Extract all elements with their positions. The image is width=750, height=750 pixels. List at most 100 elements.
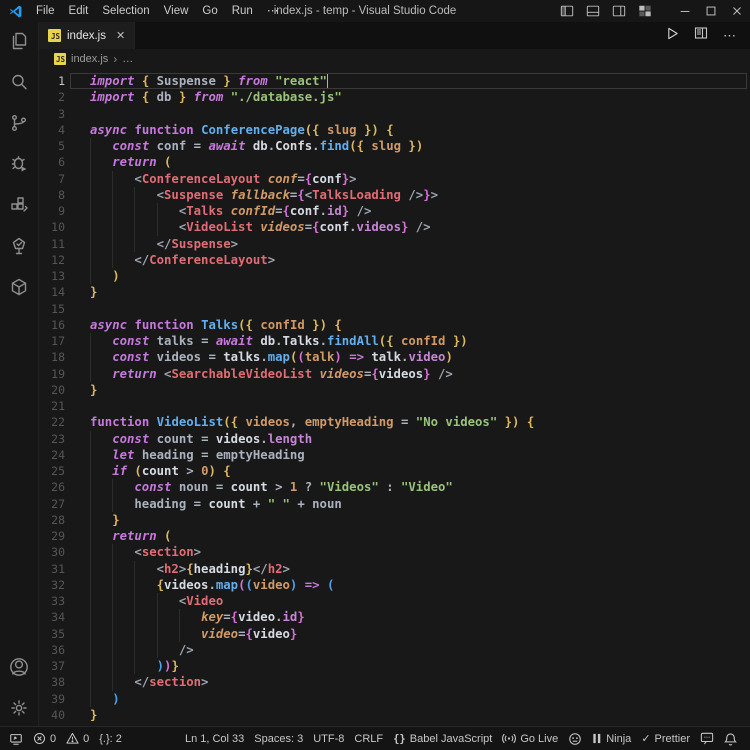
todo-tree-icon[interactable] [7,234,31,258]
code-line-16[interactable]: 16 async function Talks({ confId }) { [39,317,750,333]
code-line-3[interactable]: 3 [39,106,750,122]
status-cursor-position[interactable]: Ln 1, Col 33 [180,727,249,750]
menu-edit[interactable]: Edit [62,0,96,22]
code-line-32[interactable]: 32 {videos.map((video) => ( [39,576,750,593]
run-debug-icon[interactable] [7,152,31,176]
code-line-2[interactable]: 2 import { db } from "./database.js" [39,89,750,105]
status-ninja-extension[interactable]: Ninja [587,727,636,750]
code-line-31[interactable]: 31 <h2>{heading}</h2> [39,560,750,577]
menu-go[interactable]: Go [195,0,224,22]
code-line-30[interactable]: 30 <section> [39,544,750,561]
code-line-39[interactable]: 39) [39,690,750,707]
indent-guide [112,479,114,496]
menu-view[interactable]: View [157,0,196,22]
menu-file[interactable]: File [29,0,62,22]
tab-indexjs[interactable]: JS index.js ✕ [39,22,136,49]
code-line-24[interactable]: 24 let heading = emptyHeading [39,446,750,463]
code-line-19[interactable]: 19 return <SearchableVideoList videos={vi… [39,365,750,382]
status-eol-sequence[interactable]: CRLF [349,727,388,750]
extensions-icon[interactable] [7,193,31,217]
code-line-1[interactable]: 1 import { Suspense } from "react" [39,73,750,90]
line-number: 14 [51,285,65,300]
code-line-15[interactable]: 15 [39,301,750,317]
line-number: 31 [51,561,65,576]
indent-guide [90,641,91,658]
split-editor-icon[interactable] [694,26,708,45]
dependencies-cube-icon[interactable] [7,275,31,299]
status-problems-warnings[interactable]: 0 [61,727,94,750]
minimize-icon[interactable] [672,0,698,22]
code-line-34[interactable]: 34 key={video.id} [39,609,750,626]
braces-icon: {} [393,732,406,745]
code-line-12[interactable]: 12 </ConferenceLayout> [39,251,750,268]
code-line-20[interactable]: 20} [39,382,750,398]
breadcrumb-file[interactable]: index.js [71,53,108,65]
status-language-mode[interactable]: {} Babel JavaScript [388,727,497,750]
customize-layout-icon[interactable] [632,0,658,22]
code-line-4[interactable]: 4 async function ConferencePage({ slug })… [39,122,750,138]
code-line-28[interactable]: 28} [39,511,750,528]
code-line-7[interactable]: 7 <ConferenceLayout conf={conf}> [39,170,750,187]
code-line-29[interactable]: 29 return ( [39,528,750,545]
more-actions-icon[interactable]: ⋯ [723,27,737,45]
code-line-6[interactable]: 6 return ( [39,154,750,171]
status-prettier[interactable]: ✓ Prettier [636,727,695,750]
settings-icon[interactable] [7,696,31,720]
indent-guide [112,593,114,610]
status-symbol-count[interactable]: {.}: 2 [94,727,127,750]
code-line-40[interactable]: 40} [39,707,750,723]
line-number: 30 [51,545,65,560]
maximize-icon[interactable] [698,0,724,22]
menu-selection[interactable]: Selection [95,0,156,22]
status-remote-window[interactable] [4,727,28,750]
status-notifications[interactable] [719,727,742,750]
tab-close-icon[interactable]: ✕ [116,29,125,42]
code-line-37[interactable]: 37))} [39,658,750,675]
code-line-9[interactable]: 9 <Talks confId={conf.id} /> [39,203,750,220]
code-line-33[interactable]: 33 <Video [39,593,750,610]
code-line-17[interactable]: 17 const talks = await db.Talks.findAll({… [39,333,750,350]
code-line-25[interactable]: 25 if (count > 0) { [39,463,750,480]
explorer-icon[interactable] [7,29,31,53]
indent-guide [90,186,91,203]
menu-run[interactable]: Run [225,0,260,22]
code-line-36[interactable]: 36/> [39,641,750,658]
code-line-23[interactable]: 23 const count = videos.length [39,430,750,447]
status-language-mode-label: Babel JavaScript [409,732,493,745]
toggle-secondary-sidebar-icon[interactable] [606,0,632,22]
toggle-panel-icon[interactable] [580,0,606,22]
code-line-27[interactable]: 27 heading = count + " " + noun [39,495,750,512]
code-line-38[interactable]: 38 </section> [39,674,750,691]
status-feedback[interactable] [695,727,719,750]
code-line-26[interactable]: 26 const noun = count > 1 ? "Videos" : "V… [39,479,750,496]
code-line-22[interactable]: 22 function VideoList({ videos, emptyHead… [39,414,750,430]
status-problems-errors[interactable]: 0 [28,727,61,750]
code-line-11[interactable]: 11 </Suspense> [39,235,750,252]
search-icon[interactable] [7,70,31,94]
code-line-14[interactable]: 14} [39,284,750,300]
code-line-8[interactable]: 8 <Suspense fallback={<TalksLoading />}> [39,186,750,203]
code-line-21[interactable]: 21 [39,398,750,414]
accounts-icon[interactable] [7,655,31,679]
toggle-primary-sidebar-icon[interactable] [554,0,580,22]
status-encoding[interactable]: UTF-8 [308,727,349,750]
menu-more[interactable]: ⋯ [260,0,286,22]
line-number: 39 [51,691,65,706]
status-indentation[interactable]: Spaces: 3 [249,727,308,750]
code-line-13[interactable]: 13) [39,268,750,285]
source-control-icon[interactable] [7,111,31,135]
line-number: 12 [51,252,65,267]
code-line-35[interactable]: 35 video={video} [39,625,750,642]
indent-guide [112,560,114,577]
code-line-18[interactable]: 18 const videos = talks.map((talk) => tal… [39,349,750,366]
code-editor[interactable]: 1 import { Suspense } from "react" 2 import… [39,68,750,726]
indent-guide [156,593,158,610]
close-icon[interactable] [724,0,750,22]
status-robot-extension[interactable] [563,727,587,750]
code-line-5[interactable]: 5 const conf = await db.Confs.find({ slug… [39,138,750,155]
line-number: 15 [51,301,65,316]
status-go-live[interactable]: Go Live [497,727,563,750]
breadcrumb-symbol[interactable]: … [122,53,133,65]
run-code-icon[interactable] [666,27,679,45]
code-line-10[interactable]: 10 <VideoList videos={conf.videos} /> [39,219,750,236]
